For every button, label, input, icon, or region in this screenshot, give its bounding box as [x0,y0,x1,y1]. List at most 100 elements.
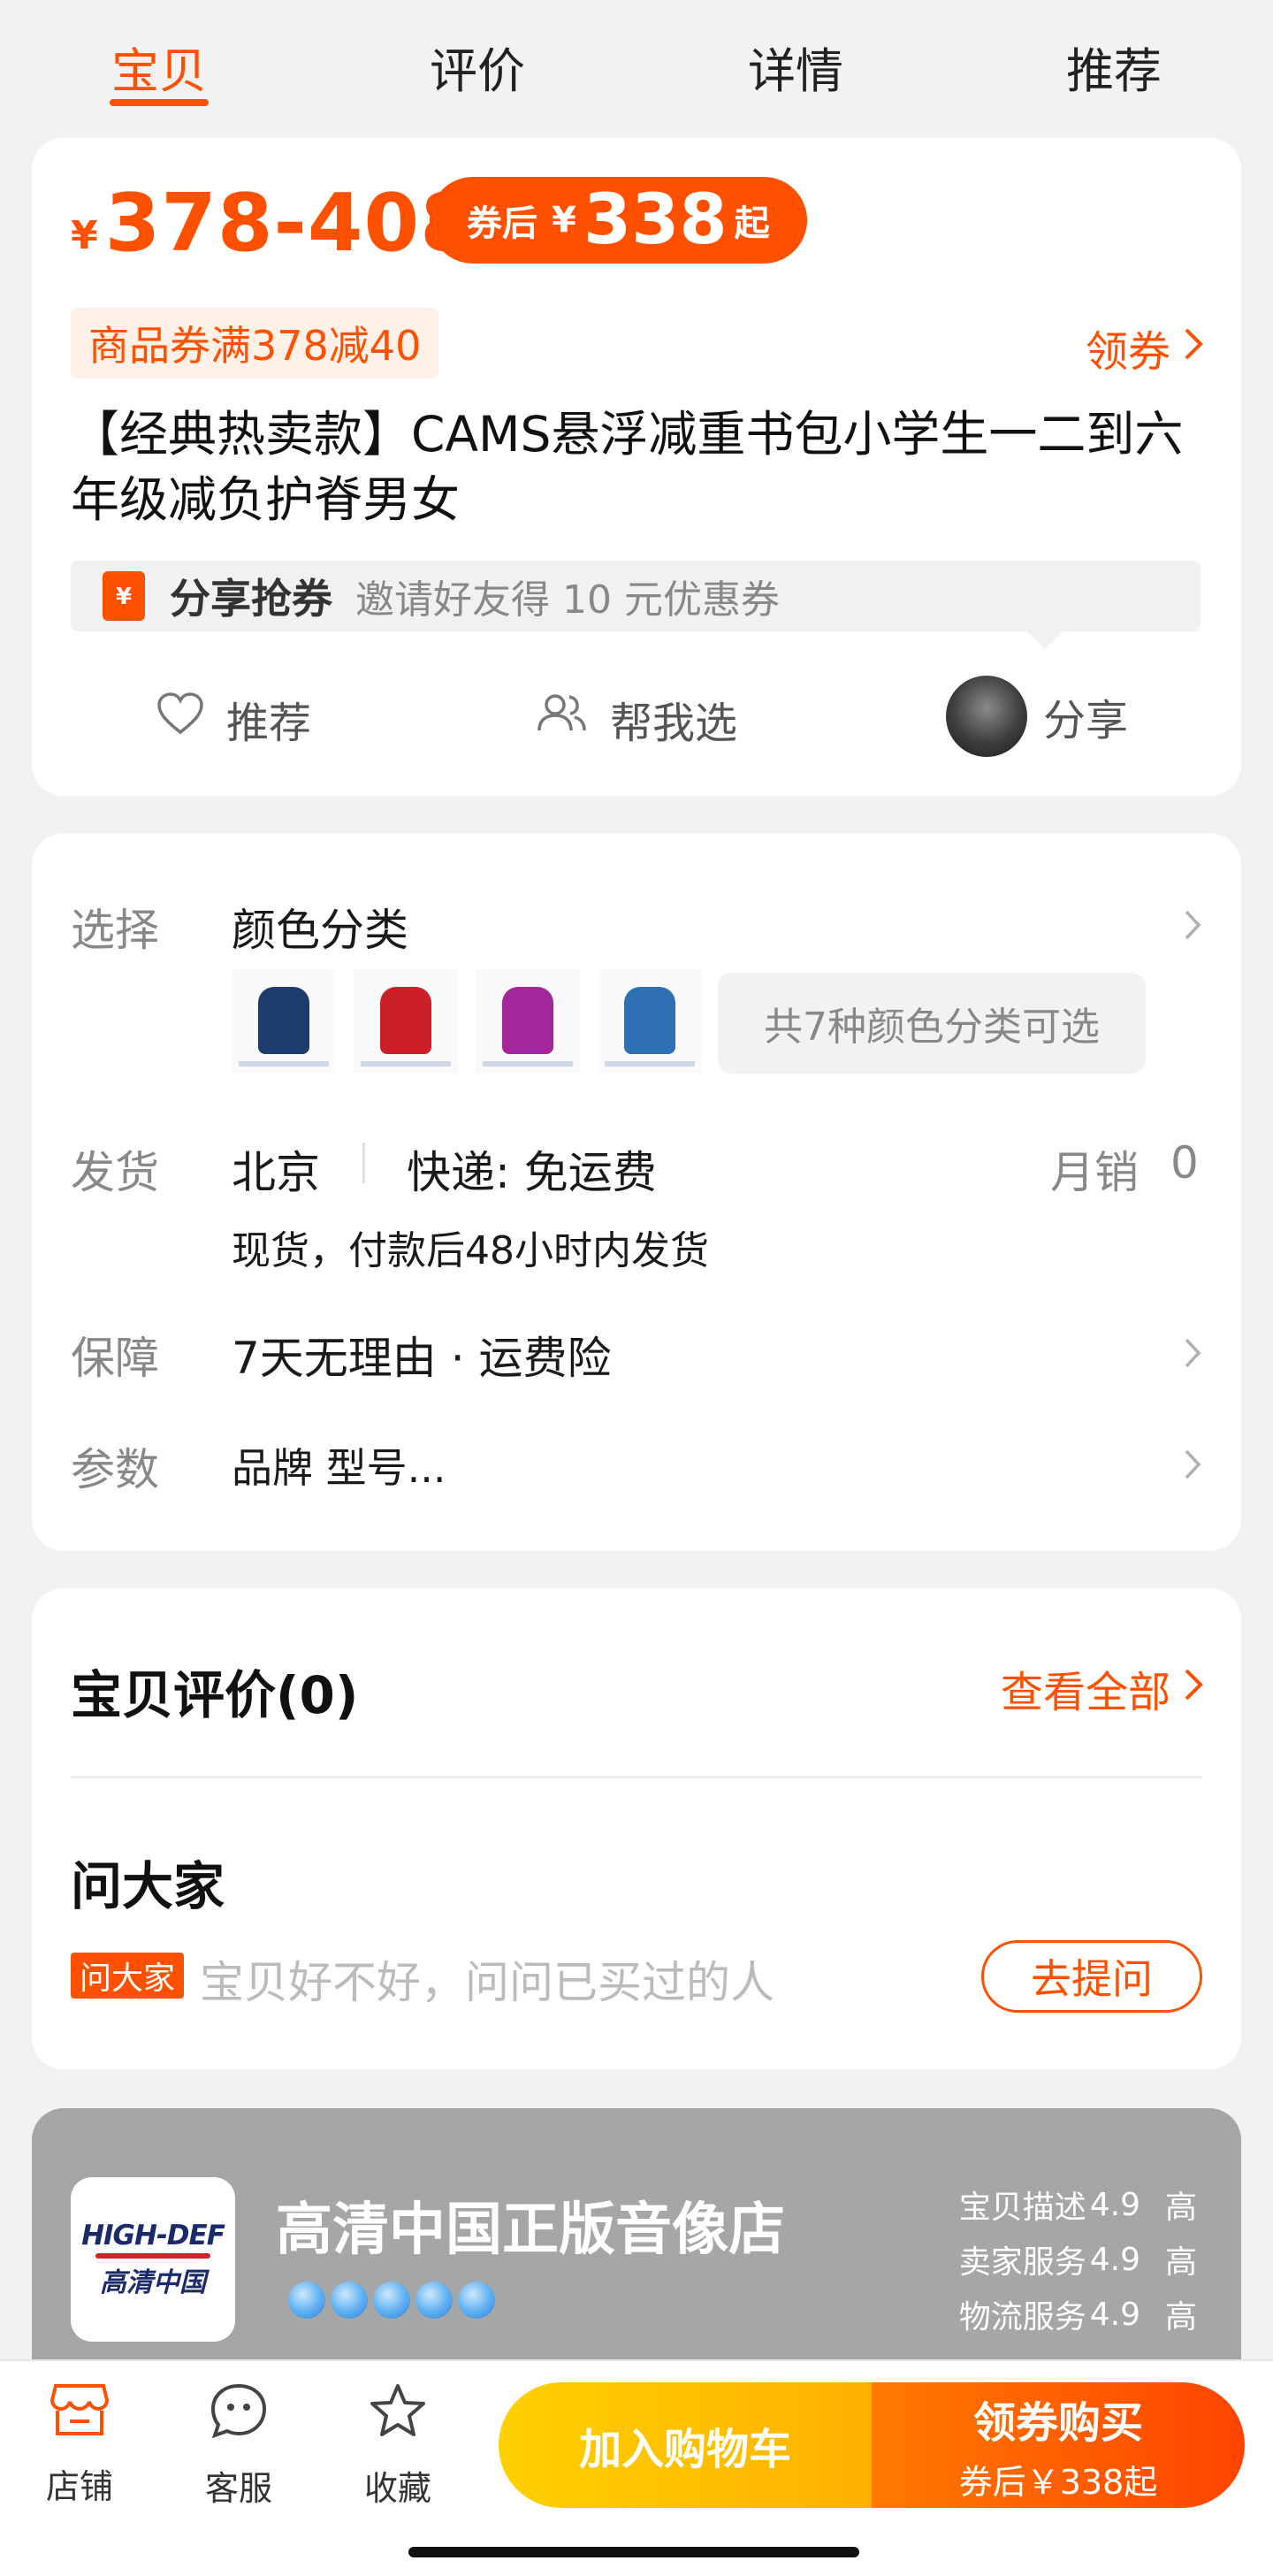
guarantee-value: 7天无理由 · 运费险 [232,1333,612,1384]
crown-icon [373,2282,410,2319]
buy-with-coupon-button[interactable]: 领券购买 券后￥338起 [872,2382,1245,2508]
share-button[interactable]: 分享 [946,676,1128,757]
help-choose-label: 帮我选 [610,699,738,748]
monthly-sales-label: 月销 [1050,1147,1139,1198]
buy-label: 领券购买 [972,2397,1143,2448]
tab-label: 宝贝 [111,43,207,99]
avatar [946,676,1027,757]
price-value: 378-408 [104,177,476,270]
color-thumbnails [232,969,702,1074]
shop-name: 高清中国正版音像店 [276,2198,785,2263]
color-thumbnail[interactable] [232,969,336,1074]
help-choose-button[interactable]: 帮我选 [534,688,737,750]
ship-label: 发货 [71,1147,159,1198]
chevron-right-icon [1183,1332,1202,1380]
ship-note: 现货，付款后48小时内发货 [232,1228,709,1273]
shop-card[interactable]: HIGH-DEF 高清中国 高清中国正版音像店 宝贝描述 4.9 高 卖家服务 … [32,2108,1241,2373]
divider [71,1776,1202,1778]
favorite-label: 收藏 [363,2469,431,2508]
rating-level: 高 [1164,2190,1197,2226]
tab-label: 详情 [748,43,843,99]
recommend-label: 推荐 [226,699,312,748]
tab-recommend[interactable]: 推荐 [955,0,1273,124]
params-value: 品牌 型号... [232,1444,446,1492]
store-label: 店铺 [45,2467,113,2506]
after-coupon-label: 券后 [467,203,537,244]
heart-icon [156,692,226,746]
tab-reviews[interactable]: 评价 [318,0,636,124]
chevron-right-icon [1183,1663,1204,1713]
color-thumbnail[interactable] [354,969,458,1074]
favorite-button[interactable]: 收藏 [327,2382,469,2510]
tab-details[interactable]: 详情 [636,0,955,124]
crown-icon [458,2282,495,2319]
get-coupon-link[interactable]: 领券 [1086,317,1204,378]
divider [362,1143,365,1183]
ask-placeholder[interactable]: 宝贝好不好，问问已买过的人 [200,1947,774,2011]
svg-text:¥: ¥ [116,584,132,610]
ship-city: 北京 [232,1147,320,1198]
after-coupon-badge: 券后 ¥ 338 起 [430,177,807,264]
ask-title: 问大家 [71,1856,225,1916]
home-indicator [408,2547,859,2557]
crown-icon [331,2282,368,2319]
people-icon [534,692,610,746]
share-label: 分享 [1043,696,1129,745]
all-colors-button[interactable]: 共7种颜色分类可选 [718,973,1146,1074]
share-bar-pointer [1025,630,1064,649]
coupon-tag: 商品券满378减40 [71,308,439,378]
tab-baobei[interactable]: 宝贝 [0,0,318,124]
rating-row: 卖家服务 4.9 高 [959,2232,1197,2287]
customer-service-button[interactable]: 客服 [168,2382,309,2510]
crown-icon [415,2282,453,2319]
shop-level-crowns [288,2282,495,2319]
view-all-label: 查看全部 [1000,1668,1170,1717]
after-coupon-value: 338 [583,180,728,260]
rating-label: 卖家服务 [958,2244,1086,2281]
tab-label: 评价 [430,43,525,99]
select-label: 选择 [71,905,159,956]
add-to-cart-button[interactable]: 加入购物车 [499,2382,872,2508]
shop-ratings: 宝贝描述 4.9 高 卖家服务 4.9 高 物流服务 4.9 高 [959,2177,1197,2342]
reviews-title: 宝贝评价(0) [71,1665,359,1725]
shop-logo-cn: 高清中国 [100,2267,206,2298]
chat-face-icon [210,2382,268,2447]
params-label: 参数 [71,1444,159,1495]
color-thumbnail[interactable] [476,969,580,1074]
rating-row: 宝贝描述 4.9 高 [959,2177,1197,2232]
share-coupon-bar[interactable]: ¥ 分享抢券 邀请好友得 10 元优惠券 [71,561,1201,631]
currency-symbol: ¥ [71,213,98,258]
rating-label: 物流服务 [958,2299,1086,2335]
customer-service-label: 客服 [204,2469,272,2508]
chevron-right-icon [1183,904,1202,952]
rating-score: 4.9 [1089,2186,1140,2223]
store-icon [49,2382,111,2445]
share-bar-desc: 邀请好友得 10 元优惠券 [355,577,780,623]
shop-logo: HIGH-DEF 高清中国 [71,2177,235,2342]
get-coupon-label: 领券 [1085,327,1170,377]
after-coupon-yen: ¥ [552,200,576,241]
thumbnail-strip [605,1061,695,1066]
view-all-reviews-link[interactable]: 查看全部 [1001,1657,1204,1719]
guarantee-label: 保障 [71,1333,159,1384]
action-row: 推荐 帮我选 分享 [32,676,1241,757]
share-bar-title: 分享抢券 [170,575,332,623]
rating-level: 高 [1164,2244,1197,2281]
backpack-image [502,987,553,1054]
price-range: ¥ 378-408 [71,177,476,270]
star-icon [369,2382,427,2447]
ship-method: 快递: 免运费 [407,1147,657,1198]
top-tabs: 宝贝 评价 详情 推荐 [0,0,1273,124]
monthly-sales-value: 0 [1170,1137,1199,1189]
thumbnail-strip [361,1061,451,1066]
color-thumbnail[interactable] [598,969,702,1074]
backpack-image [380,987,431,1054]
store-button[interactable]: 店铺 [9,2382,150,2508]
backpack-image [258,987,309,1054]
thumbnail-strip [483,1061,573,1066]
shop-logo-en: HIGH-DEF [81,2220,225,2251]
recommend-button[interactable]: 推荐 [156,688,311,750]
coupon-ticket-icon: ¥ [103,571,145,621]
rating-level: 高 [1164,2299,1197,2335]
ask-question-button[interactable]: 去提问 [981,1940,1202,2013]
